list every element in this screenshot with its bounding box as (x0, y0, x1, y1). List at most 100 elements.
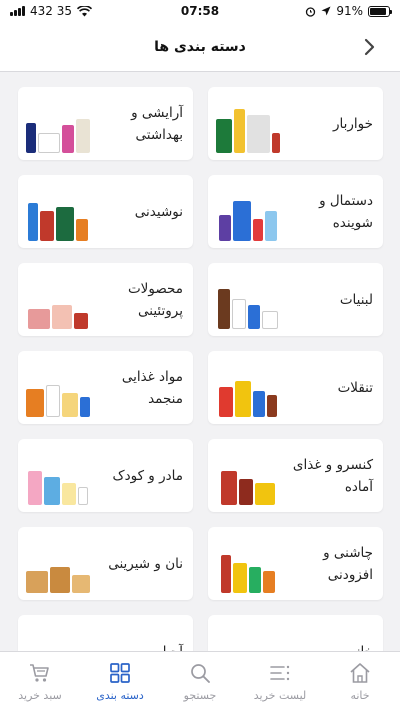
battery-icon (368, 5, 392, 17)
category-card[interactable]: خواربار (208, 87, 383, 160)
product-graphic (26, 122, 36, 153)
category-card[interactable]: کنسرو و غذای آماده (208, 439, 383, 512)
product-graphic (28, 470, 42, 505)
category-label: نان و شیرینی (108, 555, 183, 572)
category-label: تنقلات (337, 379, 373, 396)
wifi-icon (77, 5, 92, 16)
product-graphic (44, 476, 60, 505)
product-graphic (216, 118, 233, 153)
product-graphic (62, 482, 76, 505)
tab-search[interactable]: جستجو (160, 652, 240, 711)
product-graphic (233, 200, 251, 241)
category-card[interactable]: نوشیدنی (18, 175, 193, 248)
category-label: خواربار (333, 115, 373, 132)
product-graphic (235, 380, 251, 417)
product-graphic (262, 310, 278, 329)
battery-percent: 91% (336, 4, 363, 18)
category-label: دستمال و شوینده (319, 192, 373, 231)
product-graphic (40, 210, 54, 241)
category-card[interactable]: محصولات پروتئینی (18, 263, 193, 336)
category-card[interactable]: چاشنی و افزودنی (208, 527, 383, 600)
category-label: کنسرو و غذای آماده (292, 456, 373, 495)
product-graphic (72, 574, 90, 593)
bottom-tab-bar: سبد خرید دسته بندی جستجو لیست خرید خانه (0, 651, 400, 711)
product-graphic (271, 132, 281, 153)
product-graphic (74, 312, 88, 329)
carrier-label: 432 35 (30, 4, 72, 18)
product-graphic (76, 118, 90, 153)
product-graphic (253, 390, 265, 417)
category-image (216, 271, 280, 329)
category-card[interactable]: دستمال و شوینده (208, 175, 383, 248)
product-graphic (76, 218, 88, 241)
category-card[interactable]: مواد غذایی منجمد (18, 351, 193, 424)
page-title: دسته بندی ها (154, 38, 246, 55)
category-card[interactable]: نان و شیرینی (18, 527, 193, 600)
product-graphic (26, 570, 48, 593)
product-graphic (28, 308, 50, 329)
product-graphic (233, 562, 247, 593)
category-card[interactable]: آرایشی و بهداشتی (18, 87, 193, 160)
status-right: 91% (305, 4, 392, 18)
back-button[interactable] (358, 35, 382, 59)
product-graphic (234, 108, 246, 153)
search-icon (191, 664, 210, 683)
product-graphic (56, 206, 74, 241)
product-graphic (263, 570, 275, 593)
tab-label: لیست خرید (253, 689, 307, 702)
signal-icon (10, 6, 25, 16)
tab-label: جستجو (183, 689, 217, 702)
product-graphic (52, 304, 72, 329)
category-image (26, 271, 90, 329)
product-graphic (248, 304, 260, 329)
product-graphic (28, 202, 38, 241)
tab-list[interactable]: لیست خرید (240, 652, 320, 711)
category-label: چاشنی و افزودنی (323, 544, 373, 583)
tab-label: خانه (350, 689, 370, 702)
cart-icon (30, 664, 49, 682)
category-image (216, 183, 280, 241)
tab-home[interactable]: خانه (320, 652, 400, 711)
product-graphic (78, 486, 88, 505)
category-image (26, 359, 90, 417)
navigation-header: دسته بندی ها (0, 22, 400, 72)
alarm-icon (306, 6, 316, 17)
category-card[interactable]: مادر و کودک (18, 439, 193, 512)
status-bar: 432 35 07:58 91% (0, 0, 400, 22)
product-graphic (219, 214, 231, 241)
tab-label: سبد خرید (18, 689, 62, 702)
category-label: آرایشی و بهداشتی (131, 104, 183, 143)
product-graphic (80, 396, 90, 417)
status-time: 07:58 (180, 4, 220, 18)
product-graphic (232, 298, 246, 329)
product-graphic (26, 388, 44, 417)
list-icon (270, 665, 290, 681)
location-icon (321, 6, 331, 16)
category-image (216, 535, 280, 593)
grid-icon (110, 663, 130, 683)
category-image (216, 447, 280, 505)
category-grid: خواربار آرایشی و بهداشتی دستمال و شوینده نو… (17, 87, 383, 688)
product-graphic (221, 470, 237, 505)
product-graphic (46, 384, 60, 417)
category-image (26, 95, 90, 153)
category-label: لبنیات (339, 291, 373, 308)
category-label: مادر و کودک (112, 467, 183, 484)
home-icon (350, 663, 370, 683)
product-graphic (253, 218, 263, 241)
product-graphic (219, 386, 233, 417)
category-label: مواد غذایی منجمد (121, 368, 183, 407)
category-image (26, 447, 90, 505)
category-card[interactable]: لبنیات (208, 263, 383, 336)
chevron-right-icon (364, 38, 375, 56)
tab-grid[interactable]: دسته بندی (80, 652, 160, 711)
product-graphic (267, 394, 277, 417)
tab-cart[interactable]: سبد خرید (0, 652, 80, 711)
product-graphic (249, 566, 261, 593)
product-graphic (218, 288, 230, 329)
category-image (216, 95, 281, 153)
category-card[interactable]: تنقلات (208, 351, 383, 424)
status-left: 432 35 (10, 4, 92, 18)
product-graphic (221, 554, 231, 593)
product-graphic (62, 392, 78, 417)
